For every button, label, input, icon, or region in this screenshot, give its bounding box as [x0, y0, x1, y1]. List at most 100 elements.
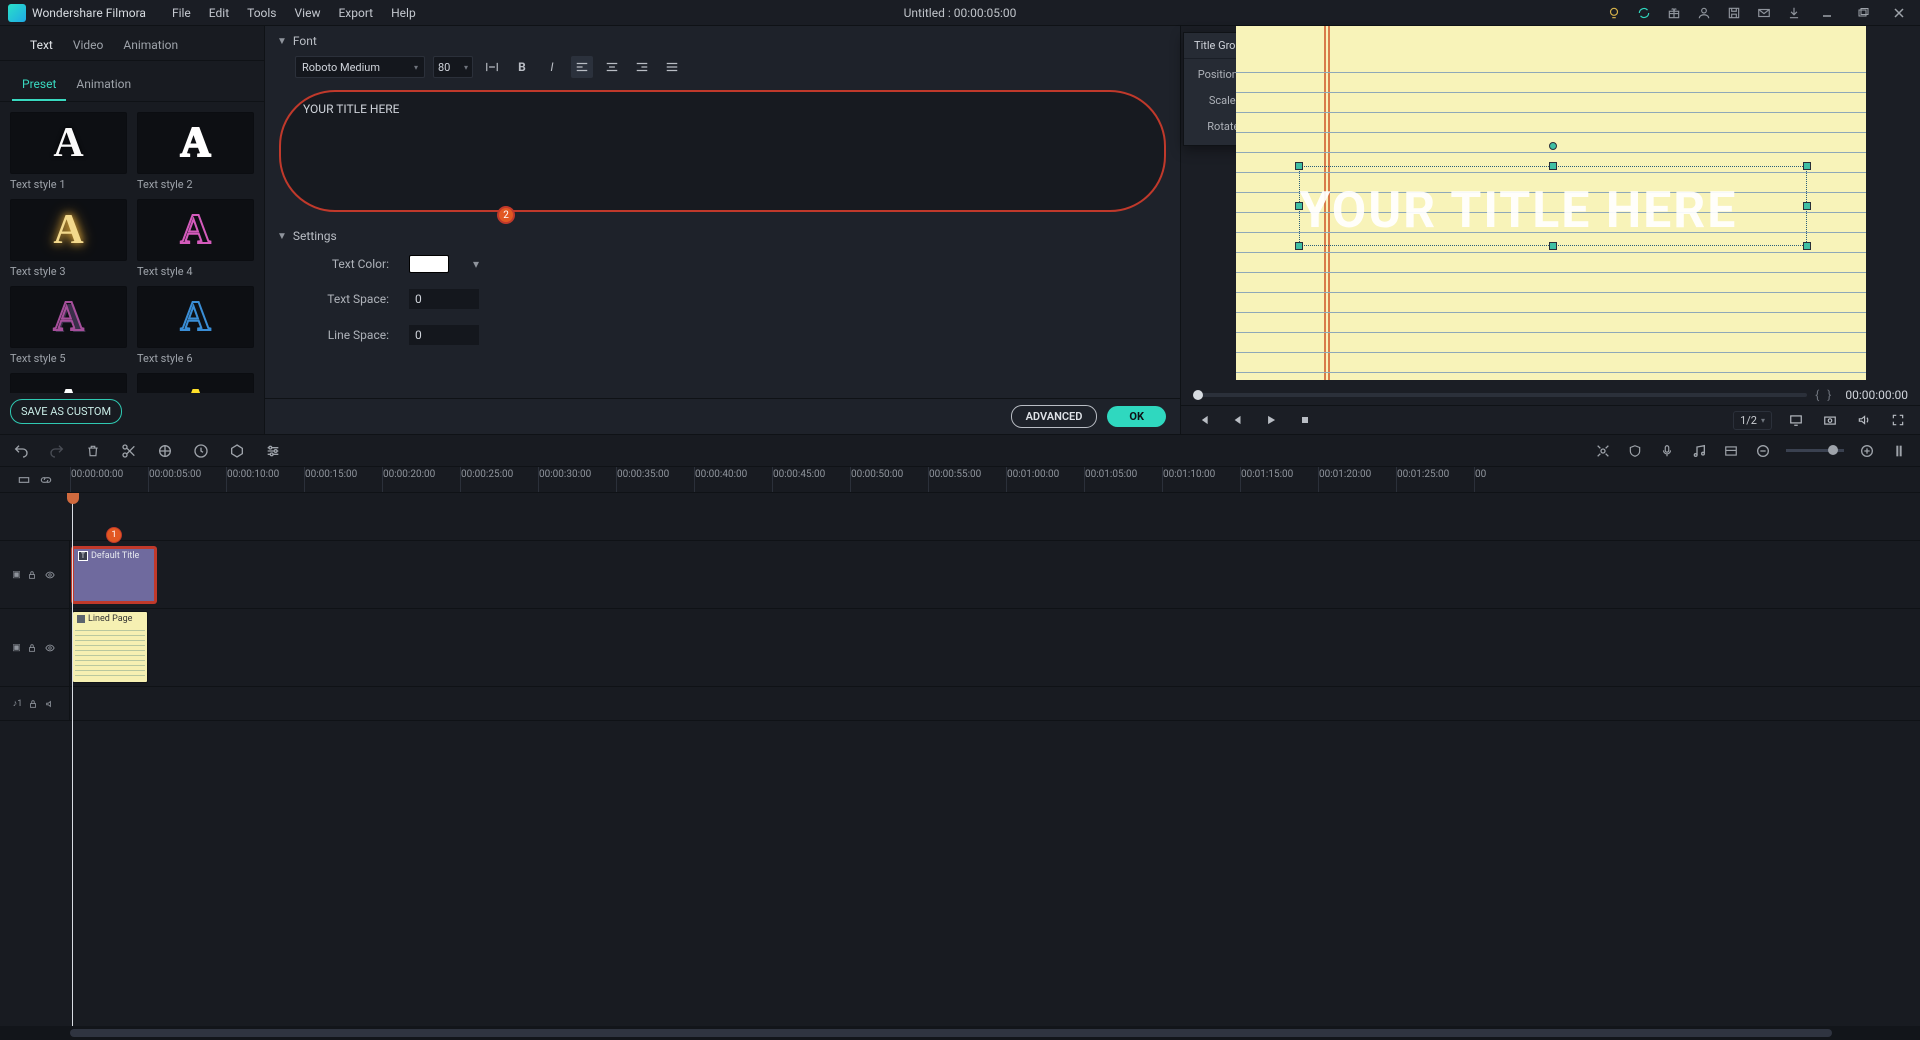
ripple-icon[interactable] [17, 473, 31, 487]
timeline-clip-title[interactable]: TDefault Title [72, 547, 156, 603]
text-color-swatch[interactable] [409, 255, 449, 273]
snapshot-icon[interactable] [1820, 410, 1840, 430]
fullscreen-icon[interactable] [1888, 410, 1908, 430]
track-toggle-icon[interactable]: ▣ [12, 570, 21, 580]
preset-item[interactable]: AText style 2 [137, 112, 254, 191]
timeline-ruler[interactable]: 00:00:00:0000:00:05:0000:00:10:0000:00:1… [0, 467, 1920, 493]
bulb-icon[interactable] [1604, 3, 1624, 23]
gift-icon[interactable] [1664, 3, 1684, 23]
preview-zoom-select[interactable]: 1/2▾ [1733, 411, 1772, 430]
selection-handle[interactable] [1295, 162, 1303, 170]
preset-item[interactable]: A [10, 373, 127, 393]
font-family-select[interactable]: Roboto Medium ▾ [295, 56, 425, 78]
sync-icon[interactable] [1634, 3, 1654, 23]
delete-button[interactable] [84, 442, 102, 460]
display-icon[interactable] [1786, 410, 1806, 430]
music-icon[interactable] [1690, 442, 1708, 460]
ok-button[interactable]: OK [1107, 406, 1166, 427]
layout-icon[interactable] [1722, 442, 1740, 460]
save-icon[interactable] [1724, 3, 1744, 23]
zoom-slider[interactable] [1786, 449, 1844, 452]
user-icon[interactable] [1694, 3, 1714, 23]
audio-icon[interactable] [1854, 410, 1874, 430]
menu-file[interactable]: File [164, 2, 199, 24]
text-color-dropdown[interactable]: ▾ [469, 255, 483, 273]
letter-spacing-icon[interactable] [481, 56, 503, 78]
undo-button[interactable] [12, 442, 30, 460]
selection-handle[interactable] [1549, 242, 1557, 250]
align-justify-button[interactable] [661, 56, 683, 78]
italic-button[interactable]: I [541, 56, 563, 78]
text-space-input[interactable] [409, 289, 479, 309]
preset-item[interactable]: AText style 1 [10, 112, 127, 191]
marker-button[interactable] [228, 442, 246, 460]
window-close-button[interactable] [1886, 0, 1912, 26]
menu-view[interactable]: View [287, 2, 329, 24]
preset-item[interactable]: AText style 5 [10, 286, 127, 365]
redo-button[interactable] [48, 442, 66, 460]
speaker-icon[interactable] [44, 699, 56, 709]
mic-icon[interactable] [1658, 442, 1676, 460]
zoom-in-button[interactable] [1858, 442, 1876, 460]
tab-animation[interactable]: Animation [113, 32, 188, 60]
preset-item[interactable]: AText style 4 [137, 199, 254, 278]
selection-handle[interactable] [1803, 242, 1811, 250]
save-as-custom-button[interactable]: SAVE AS CUSTOM [10, 399, 122, 424]
fit-zoom-icon[interactable] [1890, 442, 1908, 460]
align-center-button[interactable] [601, 56, 623, 78]
eye-icon[interactable] [43, 570, 57, 580]
mail-icon[interactable] [1754, 3, 1774, 23]
timeline-scrollbar[interactable] [0, 1026, 1920, 1040]
stop-button[interactable] [1295, 410, 1315, 430]
timeline-clip-video[interactable]: Lined Page [72, 611, 148, 683]
rotation-handle[interactable] [1549, 142, 1557, 150]
mark-in-icon[interactable]: { [1815, 388, 1819, 402]
bold-button[interactable]: B [511, 56, 533, 78]
line-space-input[interactable] [409, 325, 479, 345]
selection-handle[interactable] [1295, 202, 1303, 210]
shield-icon[interactable] [1626, 442, 1644, 460]
preset-item[interactable]: AText style 6 [137, 286, 254, 365]
selection-handle[interactable] [1803, 162, 1811, 170]
mark-out-icon[interactable]: } [1827, 388, 1831, 402]
selection-box[interactable] [1299, 166, 1807, 246]
lock-icon[interactable] [27, 569, 37, 581]
download-icon[interactable] [1784, 3, 1804, 23]
track-toggle-icon[interactable]: ▣ [12, 643, 21, 653]
subtab-animation[interactable]: Animation [66, 71, 141, 101]
title-text-input[interactable] [279, 90, 1166, 212]
font-size-select[interactable]: 80 ▾ [433, 56, 473, 78]
selection-handle[interactable] [1803, 202, 1811, 210]
preview-canvas[interactable]: YOUR TITLE HERE [1236, 26, 1866, 380]
menu-edit[interactable]: Edit [201, 2, 237, 24]
prev-frame-button[interactable] [1193, 410, 1213, 430]
window-minimize-button[interactable] [1814, 0, 1840, 26]
lock-icon[interactable] [28, 698, 38, 710]
menu-tools[interactable]: Tools [239, 2, 284, 24]
playhead[interactable] [72, 493, 73, 1026]
split-button[interactable] [120, 442, 138, 460]
crop-button[interactable] [156, 442, 174, 460]
selection-handle[interactable] [1295, 242, 1303, 250]
align-left-button[interactable] [571, 56, 593, 78]
preview-scrubber[interactable] [1193, 393, 1807, 397]
link-icon[interactable] [39, 473, 53, 487]
selection-handle[interactable] [1549, 162, 1557, 170]
preset-item[interactable]: AText style 3 [10, 199, 127, 278]
tab-video[interactable]: Video [63, 32, 114, 60]
tab-text[interactable]: Text [20, 32, 63, 60]
advanced-button[interactable]: ADVANCED [1011, 405, 1098, 428]
font-section-header[interactable]: ▼ Font [265, 26, 1180, 56]
menu-export[interactable]: Export [330, 2, 381, 24]
lock-icon[interactable] [27, 642, 37, 654]
mix-icon[interactable] [1594, 442, 1612, 460]
settings-section-header[interactable]: ▼ Settings [265, 221, 1180, 251]
speed-button[interactable] [192, 442, 210, 460]
settings-button[interactable] [264, 442, 282, 460]
subtab-preset[interactable]: Preset [12, 71, 66, 101]
window-maximize-button[interactable] [1850, 0, 1876, 26]
play-backward-button[interactable] [1227, 410, 1247, 430]
menu-help[interactable]: Help [383, 2, 424, 24]
zoom-out-button[interactable] [1754, 442, 1772, 460]
preset-item[interactable]: A [137, 373, 254, 393]
